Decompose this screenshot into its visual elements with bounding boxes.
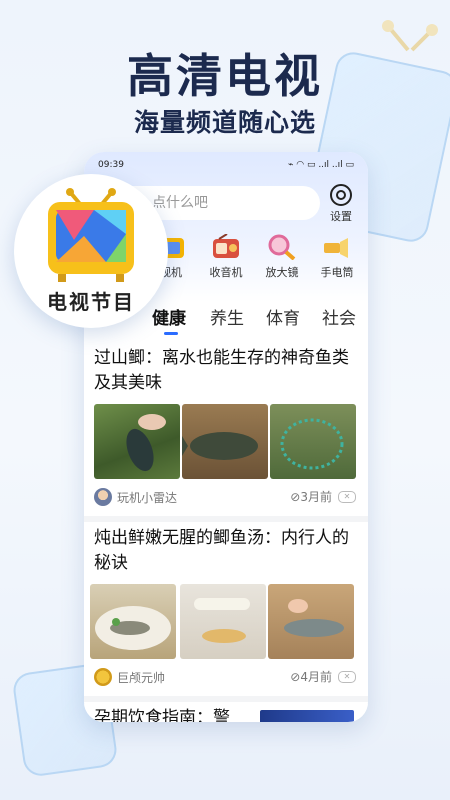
clock-icon: ⊘	[290, 489, 301, 504]
article-card[interactable]: 炖出鲜嫩无腥的鲫鱼汤：内行人的秘诀 巨颅元帅 ⊘ 4月前 ✕	[84, 524, 368, 694]
tab-sports[interactable]: 体育	[266, 304, 300, 329]
article-image	[182, 404, 268, 479]
radio-icon	[211, 233, 241, 260]
time-text: 3月前	[300, 490, 332, 504]
article-title: 炖出鲜嫩无腥的鲫鱼汤：内行人的秘诀	[94, 528, 349, 573]
tv-icon	[44, 188, 138, 288]
settings-button[interactable]: 设置	[324, 184, 358, 224]
tool-flashlight[interactable]: 手电筒	[312, 234, 362, 280]
divider	[84, 516, 368, 522]
hero-subtitle: 海量频道随心选	[133, 108, 316, 137]
time-text: 4月前	[300, 670, 332, 684]
article-image	[180, 584, 266, 659]
tool-radio[interactable]: 收音机	[201, 233, 251, 280]
article-image	[268, 584, 354, 659]
magnifier-icon	[267, 234, 297, 261]
status-time: 09:39	[98, 160, 124, 170]
status-icons: ⌁ ◠ ▭ ..ıl ..ıl ▭	[287, 160, 354, 170]
flashlight-icon	[322, 234, 352, 260]
author-name: 玩机小雷达	[117, 490, 178, 505]
dismiss-button[interactable]: ✕	[338, 670, 356, 683]
avatar	[94, 488, 112, 506]
article-title: 过山鲫：离水也能生存的神奇鱼类及其美味	[94, 348, 349, 393]
article-card[interactable]: 过山鲫：离水也能生存的神奇鱼类及其美味 玩机小雷达 ⊘ 3月前 ✕	[84, 344, 368, 514]
gear-icon	[330, 184, 352, 206]
hero-title: 高清电视	[127, 49, 323, 103]
tv-badge-label: 电视节目	[47, 290, 135, 314]
tool-label: 收音机	[209, 266, 243, 279]
article-time: ⊘ 4月前 ✕	[290, 668, 356, 685]
tab-wellness[interactable]: 养生	[210, 304, 244, 329]
article-author: 巨颅元帅	[94, 668, 165, 686]
tool-magnifier[interactable]: 放大镜	[257, 234, 307, 280]
article-image	[260, 710, 354, 722]
status-bar: 09:39 ⌁ ◠ ▭ ..ıl ..ıl ▭	[98, 160, 354, 170]
article-time: ⊘ 3月前 ✕	[290, 488, 356, 505]
article-image	[94, 404, 180, 479]
author-name: 巨颅元帅	[117, 670, 166, 685]
article-image	[270, 404, 356, 479]
article-title: 孕期饮食指南：警	[94, 708, 230, 722]
avatar	[94, 668, 112, 686]
settings-label: 设置	[330, 210, 352, 223]
tool-label: 手电筒	[320, 266, 354, 279]
article-author: 玩机小雷达	[94, 488, 177, 506]
clock-icon: ⊘	[290, 669, 301, 684]
tool-label: 放大镜	[265, 266, 299, 279]
article-image	[90, 584, 176, 659]
divider	[84, 696, 368, 702]
tab-society[interactable]: 社会	[322, 304, 356, 329]
tv-program-badge[interactable]: 电视节目	[14, 174, 168, 328]
dismiss-button[interactable]: ✕	[338, 490, 356, 503]
